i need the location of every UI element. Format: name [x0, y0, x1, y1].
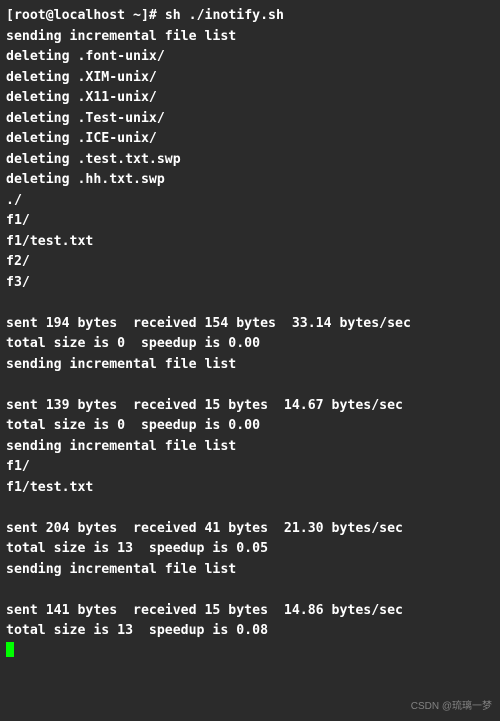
output-line: f1/	[6, 213, 30, 228]
output-line: deleting .font-unix/	[6, 49, 165, 64]
output-line: sending incremental file list	[6, 29, 236, 44]
output-line: deleting .ICE-unix/	[6, 131, 157, 146]
output-line: sent 141 bytes received 15 bytes 14.86 b…	[6, 603, 403, 618]
output-line: total size is 0 speedup is 0.00	[6, 336, 260, 351]
cursor-block	[6, 642, 14, 657]
output-line: sending incremental file list	[6, 357, 236, 372]
output-line: sending incremental file list	[6, 439, 236, 454]
output-line: total size is 0 speedup is 0.00	[6, 418, 260, 433]
output-line: sending incremental file list	[6, 562, 236, 577]
output-line: total size is 13 speedup is 0.05	[6, 541, 268, 556]
output-line: sent 204 bytes received 41 bytes 21.30 b…	[6, 521, 403, 536]
output-line: f3/	[6, 275, 30, 290]
output-line: f1/	[6, 459, 30, 474]
output-line: deleting .hh.txt.swp	[6, 172, 165, 187]
output-line: total size is 13 speedup is 0.08	[6, 623, 268, 638]
output-line: deleting .XIM-unix/	[6, 70, 157, 85]
shell-prompt: [root@localhost ~]#	[6, 8, 157, 23]
output-line: ./	[6, 193, 22, 208]
output-line: f1/test.txt	[6, 480, 93, 495]
output-line: sent 194 bytes received 154 bytes 33.14 …	[6, 316, 411, 331]
output-line: deleting .test.txt.swp	[6, 152, 181, 167]
output-line: deleting .Test-unix/	[6, 111, 165, 126]
shell-command: sh ./inotify.sh	[165, 8, 284, 23]
watermark-text: CSDN @琉璃一梦	[411, 697, 492, 718]
output-line: f2/	[6, 254, 30, 269]
output-line: f1/test.txt	[6, 234, 93, 249]
output-line: sent 139 bytes received 15 bytes 14.67 b…	[6, 398, 403, 413]
terminal-window[interactable]: [root@localhost ~]# sh ./inotify.sh send…	[0, 0, 500, 721]
output-line: deleting .X11-unix/	[6, 90, 157, 105]
